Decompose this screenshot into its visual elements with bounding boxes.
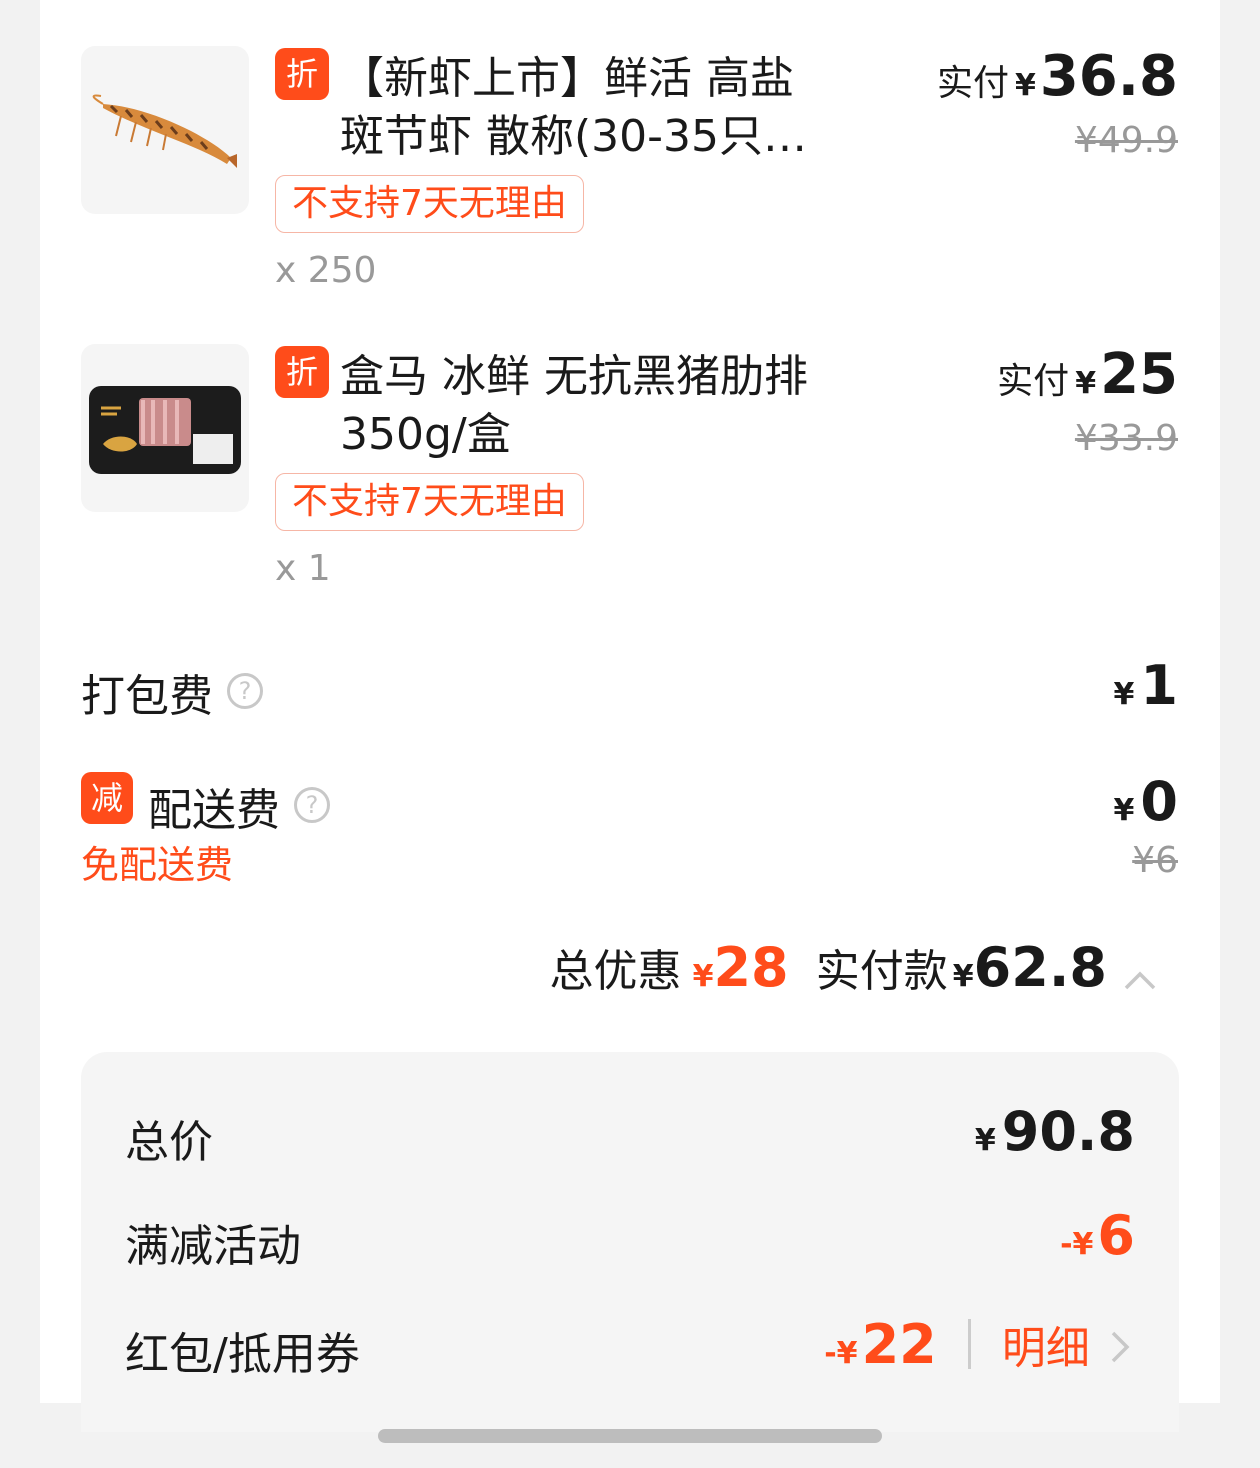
packing-fee-value: 1: [1140, 654, 1178, 717]
help-icon[interactable]: ?: [227, 673, 263, 709]
no-return-badge: 不支持7天无理由: [275, 175, 584, 233]
free-delivery-note: 免配送费: [81, 843, 234, 887]
promo-value: -¥6: [1060, 1204, 1135, 1267]
paid-total-amount: 62.8: [973, 936, 1107, 999]
promo-prefix: -¥: [1060, 1227, 1094, 1262]
order-summary[interactable]: 总优惠 ¥28 实付款 ¥62.8: [549, 935, 1160, 1002]
total-price-row: 总价 ¥90.8: [125, 1100, 1135, 1168]
total-discount-amount: 28: [713, 936, 789, 999]
paid-label: 实付: [997, 361, 1070, 402]
currency-symbol: ¥: [1075, 366, 1097, 401]
shrimp-icon: [92, 94, 237, 168]
currency-symbol: ¥: [952, 959, 974, 994]
paid-label: 实付: [936, 63, 1009, 104]
discount-tag: 折: [275, 346, 329, 398]
total-price-label: 总价: [125, 1117, 213, 1168]
home-indicator[interactable]: [378, 1429, 882, 1443]
product-title-line1: 盒马 冰鲜 无抗黑猪肋排: [340, 351, 808, 402]
paid-amount: 25: [1100, 342, 1178, 407]
chevron-up-icon[interactable]: [1120, 962, 1160, 1002]
meat-package-icon: [89, 386, 241, 474]
paid-amount: 36.8: [1039, 44, 1178, 109]
currency-symbol: ¥: [1113, 793, 1135, 828]
coupon-value: -¥22 明细: [824, 1312, 1135, 1376]
product-title-line2: 350g/盒: [340, 409, 511, 460]
help-icon[interactable]: ?: [294, 787, 330, 823]
product-title[interactable]: 【新虾上市】鲜活 高盐 斑节虾 散称(30-35只…: [340, 50, 840, 166]
paid-price: 实付 ¥25: [997, 342, 1178, 407]
paid-total-label: 实付款: [815, 946, 948, 997]
original-price: ¥33.9: [1074, 418, 1178, 459]
discount-tag: 折: [275, 48, 329, 100]
packing-fee-amount: ¥1: [1114, 654, 1178, 717]
price-breakdown-panel: 总价 ¥90.8 满减活动 -¥6 红包/抵用券 -¥22 明细: [81, 1052, 1179, 1432]
promo-amount: 6: [1097, 1204, 1135, 1267]
delivery-fee-amount: ¥0: [1114, 770, 1178, 833]
original-price: ¥49.9: [1074, 120, 1178, 161]
delivery-fee-label: 配送费: [148, 785, 280, 836]
delivery-fee-value: 0: [1140, 770, 1178, 833]
packing-fee-row: 打包费?: [81, 660, 263, 724]
total-price-value: ¥90.8: [975, 1100, 1135, 1163]
reduction-tag: 减: [81, 772, 133, 824]
promo-label: 满减活动: [125, 1221, 301, 1272]
divider: [967, 1319, 971, 1369]
total-price-amount: 90.8: [1001, 1100, 1135, 1163]
currency-symbol: ¥: [974, 1123, 996, 1158]
product-title-line1: 【新虾上市】鲜活 高盐: [340, 53, 794, 104]
delivery-fee-row: 配送费?: [148, 774, 330, 838]
paid-price: 实付 ¥36.8: [937, 44, 1178, 109]
product-quantity: x 1: [275, 548, 331, 589]
coupon-prefix: -¥: [824, 1336, 858, 1371]
coupon-row[interactable]: 红包/抵用券 -¥22 明细: [125, 1313, 1135, 1380]
product-title[interactable]: 盒马 冰鲜 无抗黑猪肋排 350g/盒: [340, 348, 840, 464]
total-discount-label: 总优惠: [549, 946, 682, 997]
chevron-right-icon[interactable]: [1105, 1327, 1135, 1367]
currency-symbol: ¥: [1113, 677, 1135, 712]
currency-symbol: ¥: [692, 959, 714, 994]
product-quantity: x 250: [275, 250, 377, 291]
product-image-ribs[interactable]: [81, 344, 249, 512]
no-return-badge: 不支持7天无理由: [275, 473, 584, 531]
order-card: 折 【新虾上市】鲜活 高盐 斑节虾 散称(30-35只… 不支持7天无理由 x …: [40, 0, 1220, 1432]
detail-link[interactable]: 明细: [1002, 1323, 1090, 1374]
delivery-original-price: ¥6: [1132, 840, 1178, 881]
product-title-line2: 斑节虾 散称(30-35只…: [340, 111, 808, 162]
coupon-amount: 22: [861, 1313, 937, 1376]
promo-row: 满减活动 -¥6: [125, 1204, 1135, 1272]
coupon-label: 红包/抵用券: [125, 1329, 360, 1380]
product-image-shrimp[interactable]: [81, 46, 249, 214]
packing-fee-label: 打包费: [81, 671, 213, 722]
currency-symbol: ¥: [1014, 68, 1036, 103]
